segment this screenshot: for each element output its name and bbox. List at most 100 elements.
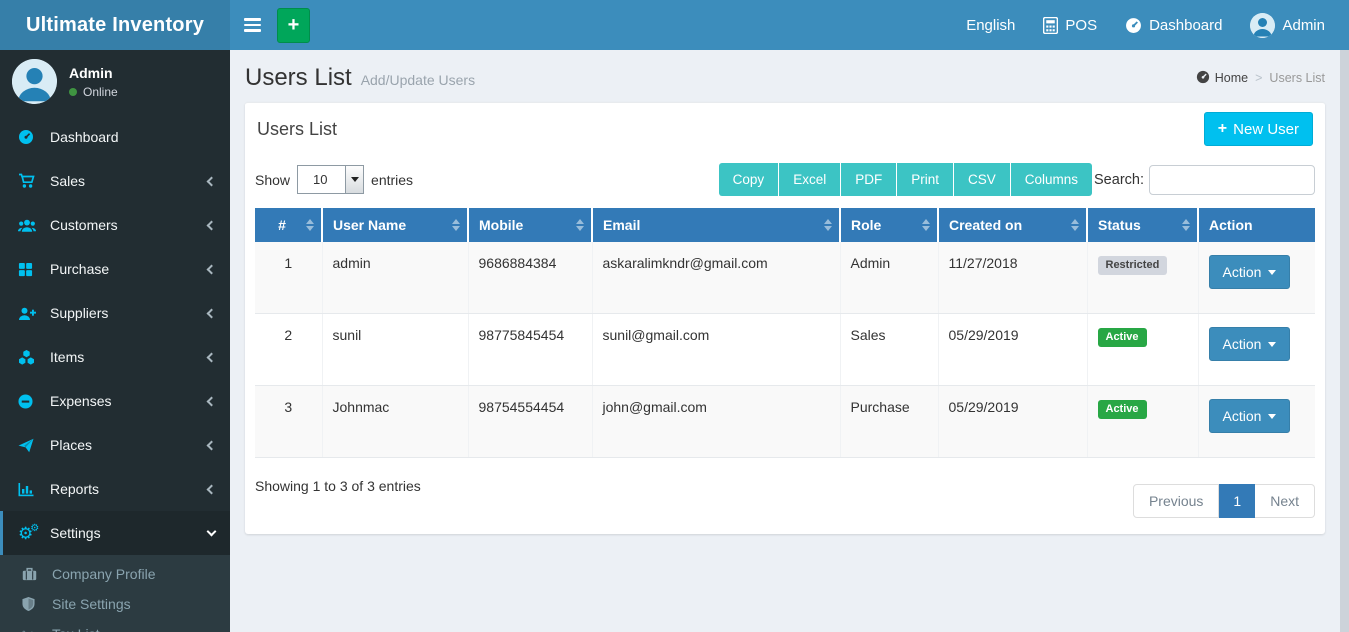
page-length-control: Show 10 entries (255, 165, 413, 194)
column-header-num[interactable]: # (255, 208, 322, 242)
breadcrumb-home[interactable]: Home (1196, 70, 1248, 87)
print-button[interactable]: Print (897, 163, 954, 196)
nav-user-menu[interactable]: Admin (1236, 0, 1339, 50)
pagination-next[interactable]: Next (1255, 484, 1315, 518)
hamburger-icon (244, 18, 261, 21)
sidebar-item-expenses[interactable]: Expenses (0, 379, 230, 423)
sidebar-item-items[interactable]: Items (0, 335, 230, 379)
column-header-email[interactable]: Email (592, 208, 840, 242)
app-logo[interactable]: Ultimate Inventory (0, 0, 230, 50)
breadcrumb-separator: > (1255, 71, 1262, 85)
chevron-left-icon (207, 396, 217, 406)
caret-down-icon (1268, 342, 1276, 347)
nav-user-label: Admin (1282, 17, 1325, 34)
user-plus-icon (18, 306, 42, 321)
chevron-left-icon (207, 352, 217, 362)
plus-icon: + (1218, 120, 1227, 138)
sort-icon (824, 219, 832, 231)
chevron-left-icon (207, 440, 217, 450)
sidebar-item-tax-list[interactable]: ✂ Tax List (0, 619, 230, 632)
sidebar-user-status: Online (69, 85, 118, 99)
users-list-box: Users List + New User Show 10 entries (245, 102, 1325, 534)
action-button[interactable]: Action (1209, 399, 1291, 433)
chevron-left-icon (207, 264, 217, 274)
status-badge: Restricted (1098, 256, 1168, 275)
sort-icon (922, 219, 930, 231)
search-label: Search: (1094, 172, 1144, 188)
column-header-status[interactable]: Status (1087, 208, 1198, 242)
nav-dashboard-label: Dashboard (1149, 17, 1222, 34)
column-header-role[interactable]: Role (840, 208, 938, 242)
pagination-previous[interactable]: Previous (1133, 484, 1219, 518)
sidebar-item-customers[interactable]: Customers (0, 203, 230, 247)
page-length-select[interactable]: 10 (297, 165, 364, 194)
dashboard-icon (1125, 17, 1142, 34)
chevron-down-icon (207, 527, 217, 537)
nav-pos[interactable]: POS (1029, 0, 1111, 50)
sort-icon (576, 219, 584, 231)
action-button[interactable]: Action (1209, 255, 1291, 289)
pdf-button[interactable]: PDF (841, 163, 897, 196)
shield-icon (22, 597, 46, 611)
table-row: 1 admin 9686884384 askaralimkndr@gmail.c… (255, 242, 1315, 314)
status-badge: Active (1098, 400, 1147, 419)
calculator-icon (1043, 17, 1058, 34)
chevron-left-icon (207, 484, 217, 494)
briefcase-icon (22, 567, 46, 581)
breadcrumb: Home > Users List (1196, 70, 1325, 87)
table-row: 2 sunil 98775845454 sunil@gmail.com Sale… (255, 314, 1315, 386)
nav-dashboard[interactable]: Dashboard (1111, 0, 1236, 50)
column-header-username[interactable]: User Name (322, 208, 468, 242)
pagination: Previous 1 Next (1133, 484, 1315, 518)
sidebar-item-settings[interactable]: ⚙⚙ Settings (0, 511, 230, 555)
page-title: Users List Add/Update Users (245, 64, 475, 92)
gears-icon: ⚙⚙ (18, 525, 42, 542)
quick-add-button[interactable]: + (277, 8, 310, 43)
sidebar-item-dashboard[interactable]: Dashboard (0, 115, 230, 159)
sort-icon (1071, 219, 1079, 231)
chevron-left-icon (207, 308, 217, 318)
sidebar: Admin Online Dashboard Sales Customers (0, 50, 230, 632)
sidebar-item-site-settings[interactable]: Site Settings (0, 589, 230, 619)
scissors-icon: ✂ (22, 626, 46, 632)
online-status-dot (69, 88, 77, 96)
avatar (12, 59, 57, 104)
excel-button[interactable]: Excel (779, 163, 841, 196)
sidebar-toggle-button[interactable] (230, 0, 275, 50)
sidebar-item-sales[interactable]: Sales (0, 159, 230, 203)
search-input[interactable] (1149, 165, 1315, 195)
sort-icon (306, 219, 314, 231)
cart-icon (18, 173, 42, 189)
dashboard-icon (18, 129, 42, 145)
columns-button[interactable]: Columns (1011, 163, 1092, 196)
export-button-group: Copy Excel PDF Print CSV Columns (719, 163, 1092, 196)
paper-plane-icon (18, 438, 42, 453)
sidebar-item-reports[interactable]: Reports (0, 467, 230, 511)
show-label: Show (255, 172, 290, 188)
sidebar-item-places[interactable]: Places (0, 423, 230, 467)
chevron-left-icon (207, 220, 217, 230)
pagination-page-1[interactable]: 1 (1219, 484, 1255, 518)
table-info: Showing 1 to 3 of 3 entries (255, 474, 421, 494)
nav-language[interactable]: English (952, 0, 1029, 50)
csv-button[interactable]: CSV (954, 163, 1011, 196)
table-row: 3 Johnmac 98754554454 john@gmail.com Pur… (255, 386, 1315, 458)
users-icon (18, 218, 42, 233)
minus-circle-icon (18, 394, 42, 409)
sidebar-item-suppliers[interactable]: Suppliers (0, 291, 230, 335)
column-header-mobile[interactable]: Mobile (468, 208, 592, 242)
column-header-created[interactable]: Created on (938, 208, 1087, 242)
nav-pos-label: POS (1065, 17, 1097, 34)
top-navbar: Ultimate Inventory + English POS Dashboa… (0, 0, 1349, 50)
chevron-left-icon (207, 176, 217, 186)
home-icon (1196, 70, 1210, 87)
new-user-button[interactable]: + New User (1204, 112, 1313, 146)
settings-submenu: Company Profile Site Settings ✂ Tax List (0, 555, 230, 632)
scrollbar[interactable] (1340, 50, 1349, 632)
avatar (1250, 13, 1275, 38)
action-button[interactable]: Action (1209, 327, 1291, 361)
sidebar-item-company-profile[interactable]: Company Profile (0, 559, 230, 589)
copy-button[interactable]: Copy (719, 163, 780, 196)
sidebar-user-panel: Admin Online (0, 50, 230, 115)
sidebar-item-purchase[interactable]: Purchase (0, 247, 230, 291)
